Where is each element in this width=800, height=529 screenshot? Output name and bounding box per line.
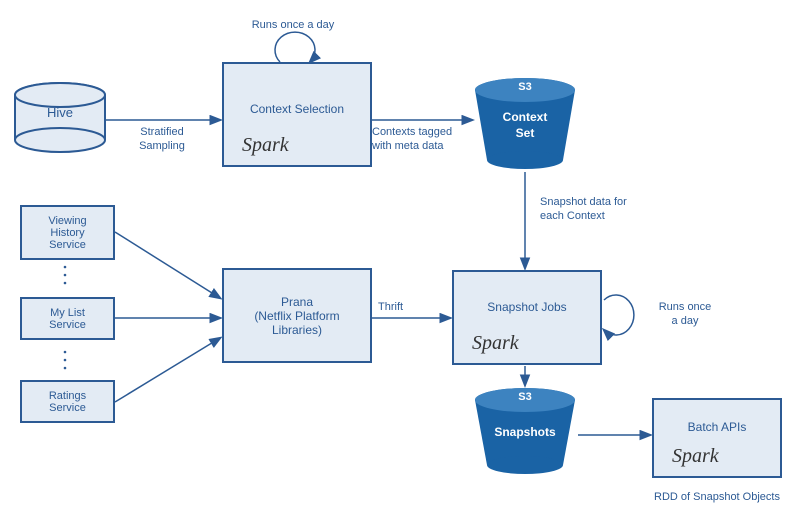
batch-apis-box: Batch APIs Spark bbox=[652, 398, 782, 478]
ratings-label: Ratings Service bbox=[49, 390, 86, 414]
hive-label: Hive bbox=[15, 105, 105, 122]
edge-label-contexts-tagged: Contexts tagged with meta data bbox=[372, 125, 482, 154]
edge-label-runs-day-right: Runs once a day bbox=[640, 300, 730, 329]
my-list-label: My List Service bbox=[49, 307, 86, 331]
loop-context-selection bbox=[275, 32, 315, 62]
ratings-service-box: Ratings Service bbox=[20, 380, 115, 423]
edge-label-snapshot-data: Snapshot data for each Context bbox=[540, 195, 670, 224]
arrow-viewing-history-to-prana bbox=[115, 232, 220, 298]
context-selection-box: Context Selection Spark bbox=[222, 62, 372, 167]
batch-apis-label: Batch APIs bbox=[688, 420, 747, 434]
edge-label-runs-day-top: Runs once a day bbox=[228, 18, 358, 32]
snapshots-s3-label: S3 bbox=[508, 390, 542, 404]
my-list-service-box: My List Service bbox=[20, 297, 115, 340]
viewing-history-label: Viewing History Service bbox=[48, 215, 86, 251]
prana-label: Prana (Netflix Platform Libraries) bbox=[254, 295, 339, 337]
spark-logo-text: Spark bbox=[672, 445, 719, 468]
context-set-label: Context Set bbox=[500, 110, 550, 141]
snapshot-jobs-label: Snapshot Jobs bbox=[487, 300, 566, 314]
viewing-history-service-box: Viewing History Service bbox=[20, 205, 115, 260]
context-set-s3-label: S3 bbox=[508, 80, 542, 94]
spark-logo-text: Spark bbox=[472, 332, 519, 355]
arrow-ratings-to-prana bbox=[115, 338, 220, 402]
edge-label-stratified: Stratified Sampling bbox=[122, 125, 202, 154]
snapshots-label: Snapshots bbox=[490, 425, 560, 441]
edge-label-thrift: Thrift bbox=[378, 300, 438, 314]
caption-rdd: RDD of Snapshot Objects bbox=[632, 490, 800, 504]
prana-box: Prana (Netflix Platform Libraries) bbox=[222, 268, 372, 363]
context-selection-label: Context Selection bbox=[250, 102, 344, 116]
spark-logo-text: Spark bbox=[242, 134, 289, 157]
snapshot-jobs-box: Snapshot Jobs Spark bbox=[452, 270, 602, 365]
loop-snapshot-jobs bbox=[604, 295, 634, 335]
